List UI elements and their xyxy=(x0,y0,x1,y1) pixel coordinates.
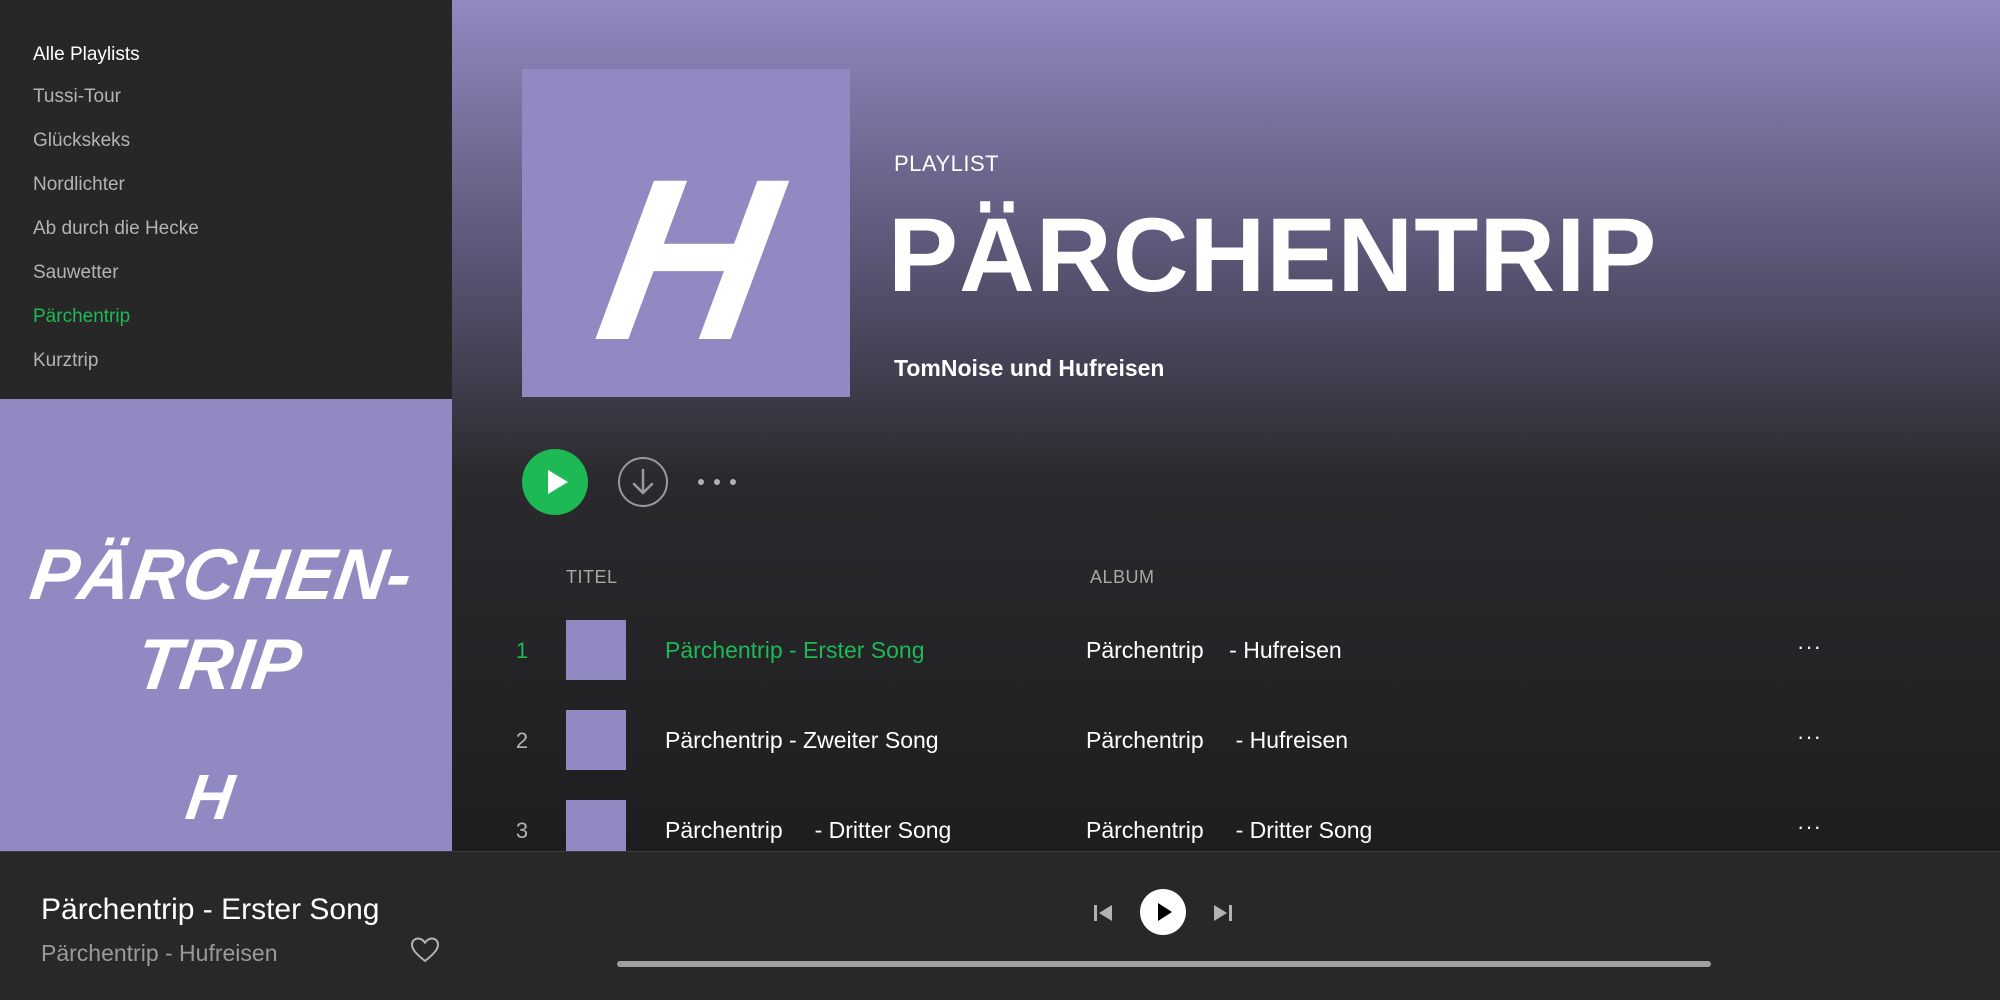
like-button[interactable] xyxy=(410,936,440,964)
download-icon xyxy=(632,468,654,495)
play-icon xyxy=(1158,903,1172,921)
track-more-button[interactable]: ··· xyxy=(1797,634,1822,660)
track-album[interactable]: Pärchentrip - Hufreisen xyxy=(1086,637,1342,664)
player-bar: Pärchentrip - Erster Song Pärchentrip - … xyxy=(0,851,2000,1000)
column-header-album: ALBUM xyxy=(1090,567,1155,587)
player-play-button[interactable] xyxy=(1140,889,1186,935)
track-more-button[interactable]: ··· xyxy=(1797,814,1822,840)
sidebar-item-tussi-tour[interactable]: Tussi-Tour xyxy=(33,86,199,130)
playlist-cover: H xyxy=(522,69,850,397)
previous-button[interactable] xyxy=(1090,900,1116,926)
next-button[interactable] xyxy=(1210,900,1236,926)
track-row[interactable]: 2 Pärchentrip - Zweiter Song Pärchentrip… xyxy=(452,710,2000,772)
column-header-title: TITEL xyxy=(566,567,618,587)
play-icon xyxy=(548,470,568,494)
play-button[interactable] xyxy=(522,449,588,515)
sidebar-item-paerchentrip[interactable]: Pärchentrip xyxy=(33,306,199,350)
progress-bar[interactable] xyxy=(617,961,1711,967)
skip-forward-icon xyxy=(1214,905,1232,921)
track-title[interactable]: Pärchentrip - Erster Song xyxy=(665,637,925,664)
track-row[interactable]: 3 Pärchentrip - Dritter Song Pärchentrip… xyxy=(452,800,2000,851)
track-number: 3 xyxy=(515,818,529,843)
sidebar-item-sauwetter[interactable]: Sauwetter xyxy=(33,262,199,306)
playlist-owner[interactable]: TomNoise und Hufreisen xyxy=(894,355,1165,382)
artwork-line-2: TRIP xyxy=(131,625,307,705)
track-more-button[interactable]: ··· xyxy=(1797,724,1822,750)
heart-icon xyxy=(410,937,440,963)
cover-glyph: H xyxy=(583,132,799,389)
artwork-line-3: H xyxy=(182,761,240,833)
playlist-title: PÄRCHENTRIP xyxy=(888,197,1658,314)
more-horizontal-icon xyxy=(698,479,704,485)
sidebar-item-nordlichter[interactable]: Nordlichter xyxy=(33,174,199,218)
sidebar-item-glueckskeks[interactable]: Glückskeks xyxy=(33,130,199,174)
all-playlists-link[interactable]: Alle Playlists xyxy=(33,44,140,66)
now-playing-title[interactable]: Pärchentrip - Erster Song xyxy=(41,893,379,927)
sidebar-item-ab-durch-die-hecke[interactable]: Ab durch die Hecke xyxy=(33,218,199,262)
track-thumbnail xyxy=(566,800,626,851)
playlist-list: Tussi-Tour Glückskeks Nordlichter Ab dur… xyxy=(33,86,199,394)
track-title[interactable]: Pärchentrip - Dritter Song xyxy=(665,817,951,844)
track-title[interactable]: Pärchentrip - Zweiter Song xyxy=(665,727,939,754)
track-album[interactable]: Pärchentrip - Dritter Song xyxy=(1086,817,1372,844)
track-thumbnail xyxy=(566,710,626,770)
now-playing-subtitle[interactable]: Pärchentrip - Hufreisen xyxy=(41,940,278,967)
more-options-button[interactable] xyxy=(696,471,742,493)
track-row[interactable]: 1 Pärchentrip - Erster Song Pärchentrip … xyxy=(452,620,2000,682)
playlist-view: H PLAYLIST PÄRCHENTRIP TomNoise und Hufr… xyxy=(452,0,2000,851)
now-playing-artwork: PÄRCHEN- TRIP H xyxy=(0,399,452,851)
playlist-type-label: PLAYLIST xyxy=(894,151,1000,176)
artwork-line-1: PÄRCHEN- xyxy=(26,535,417,615)
track-number: 2 xyxy=(515,728,529,753)
sidebar: Alle Playlists Tussi-Tour Glückskeks Nor… xyxy=(0,0,452,399)
sidebar-item-kurztrip[interactable]: Kurztrip xyxy=(33,350,199,394)
track-thumbnail xyxy=(566,620,626,680)
download-button[interactable] xyxy=(618,457,668,507)
track-number: 1 xyxy=(515,638,529,663)
skip-back-icon xyxy=(1094,905,1112,921)
track-album[interactable]: Pärchentrip - Hufreisen xyxy=(1086,727,1348,754)
